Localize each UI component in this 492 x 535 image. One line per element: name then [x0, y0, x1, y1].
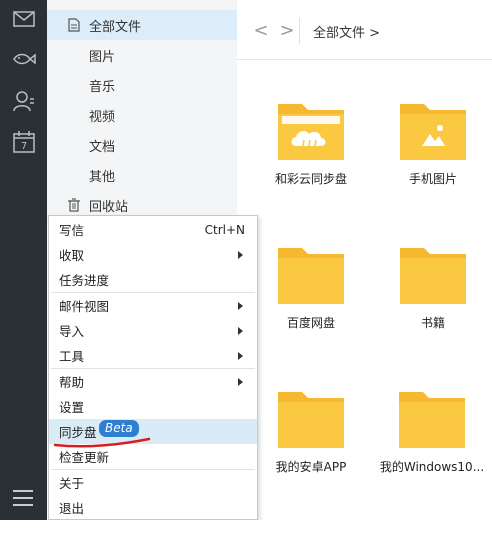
- menu-item-label: 工具: [59, 349, 85, 364]
- nav-item-all-files[interactable]: 全部文件: [47, 10, 237, 40]
- folder-icon: [397, 388, 467, 450]
- submenu-arrow-icon: [238, 250, 243, 259]
- menu-item-label: 检查更新: [59, 450, 110, 465]
- folder-icon: [276, 244, 346, 306]
- nav-item-docs[interactable]: 文档: [47, 130, 237, 160]
- breadcrumb[interactable]: 全部文件 >: [313, 22, 380, 41]
- nav-item-images[interactable]: 图片: [47, 40, 237, 70]
- folder-label: 手机图片: [408, 172, 457, 186]
- menu-item-settings[interactable]: 设置: [49, 394, 257, 419]
- folder-label: 我的Windows10...: [379, 460, 485, 474]
- file-toolbar: < > 全部文件 >: [237, 0, 492, 60]
- menu-item-tools[interactable]: 工具: [49, 343, 257, 368]
- menu-item-task-progress[interactable]: 任务进度: [49, 267, 257, 292]
- folder-icon: [276, 388, 346, 450]
- menu-item-exit[interactable]: 退出: [49, 495, 257, 520]
- menu-item-mail-view[interactable]: 邮件视图: [49, 293, 257, 318]
- calendar-icon[interactable]: 7: [11, 129, 37, 155]
- main-context-menu: 写信 Ctrl+N 收取 任务进度 邮件视图 导入 工具 帮助 设置 同步盘 B…: [48, 215, 258, 520]
- menu-item-label: 设置: [59, 400, 85, 415]
- menu-item-label: 任务进度: [59, 273, 110, 288]
- submenu-arrow-icon: [238, 326, 243, 335]
- nav-item-label: 音乐: [89, 79, 116, 95]
- folder-label: 书籍: [420, 316, 445, 330]
- nav-item-label: 图片: [89, 49, 116, 65]
- trash-icon: [67, 198, 81, 212]
- main-menu-icon[interactable]: [13, 490, 33, 506]
- folder-item[interactable]: 书籍: [373, 244, 492, 331]
- menu-item-import[interactable]: 导入: [49, 318, 257, 343]
- menu-item-help[interactable]: 帮助: [49, 369, 257, 394]
- contacts-icon[interactable]: [11, 88, 37, 114]
- cloud-folder-icon: [276, 100, 346, 162]
- menu-item-receive[interactable]: 收取: [49, 242, 257, 267]
- nav-item-label: 全部文件: [89, 19, 142, 35]
- menu-item-label: 退出: [59, 501, 85, 516]
- menu-item-label: 导入: [59, 324, 85, 339]
- menu-item-sync-disk[interactable]: 同步盘 Beta: [49, 419, 257, 448]
- folder-item[interactable]: 和彩云同步盘: [251, 100, 371, 187]
- forward-button[interactable]: >: [279, 22, 295, 40]
- menu-item-about[interactable]: 关于: [49, 470, 257, 495]
- nav-item-label: 文档: [89, 139, 116, 155]
- nav-item-other[interactable]: 其他: [47, 160, 237, 190]
- page-bottom-edge: [0, 520, 492, 535]
- folder-label: 百度网盘: [286, 316, 335, 330]
- fish-icon[interactable]: [11, 46, 37, 72]
- folder-item[interactable]: 我的Windows10...: [372, 388, 492, 475]
- menu-item-compose[interactable]: 写信 Ctrl+N: [49, 217, 257, 242]
- shortcut-hint: Ctrl+N: [204, 222, 245, 237]
- menu-item-label: 写信: [59, 223, 85, 238]
- submenu-arrow-icon: [238, 351, 243, 360]
- menu-item-label: 关于: [59, 476, 85, 491]
- document-icon: [67, 18, 81, 32]
- nav-item-video[interactable]: 视频: [47, 100, 237, 130]
- submenu-arrow-icon: [238, 301, 243, 310]
- menu-item-label: 邮件视图: [59, 299, 110, 314]
- folder-label: 我的安卓APP: [275, 460, 347, 474]
- svg-text:7: 7: [21, 141, 27, 152]
- menu-item-label: 帮助: [59, 375, 85, 390]
- toolbar-divider: [299, 18, 300, 44]
- app-sidebar-rail: 7: [0, 0, 47, 520]
- image-folder-icon: [398, 100, 468, 162]
- menu-item-label: 收取: [59, 248, 85, 263]
- nav-item-music[interactable]: 音乐: [47, 70, 237, 100]
- nav-item-label: 其他: [89, 169, 116, 185]
- folder-icon: [398, 244, 468, 306]
- folder-label: 和彩云同步盘: [274, 172, 347, 186]
- file-nav-panel: 全部文件 图片 音乐 视频 文档 其他 回收站: [47, 0, 237, 225]
- nav-item-label: 回收站: [89, 199, 129, 215]
- mail-icon[interactable]: [11, 6, 37, 32]
- nav-item-label: 视频: [89, 109, 116, 125]
- back-button[interactable]: <: [253, 22, 269, 40]
- folder-item[interactable]: 手机图片: [373, 100, 492, 187]
- submenu-arrow-icon: [238, 377, 243, 386]
- folder-item[interactable]: 百度网盘: [251, 244, 371, 331]
- menu-item-check-update[interactable]: 检查更新: [49, 444, 257, 469]
- folder-item[interactable]: 我的安卓APP: [251, 388, 371, 475]
